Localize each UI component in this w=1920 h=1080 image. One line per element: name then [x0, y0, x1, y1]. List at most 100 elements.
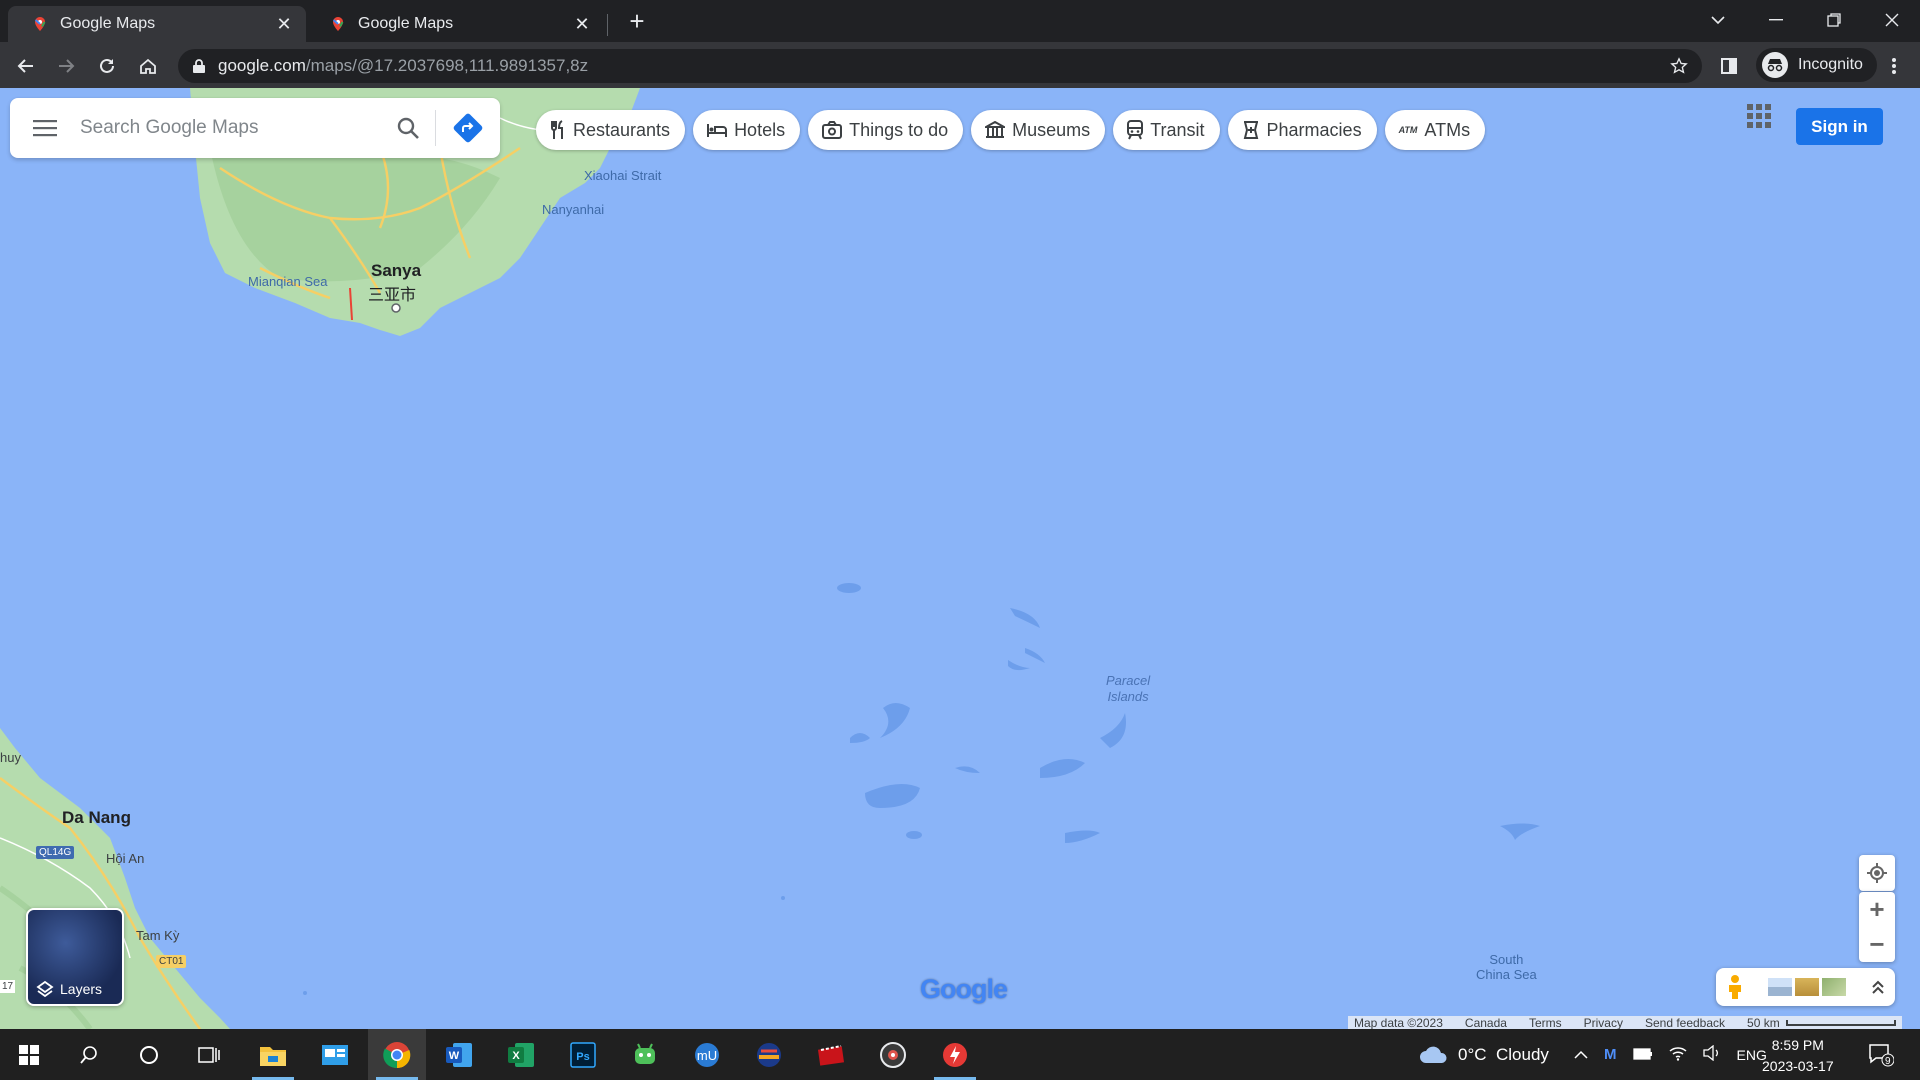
- chip-atms[interactable]: ATM ATMs: [1384, 110, 1486, 150]
- close-window-icon[interactable]: [1864, 0, 1920, 40]
- tab-search-chevron-icon[interactable]: [1690, 0, 1746, 40]
- task-view-icon[interactable]: [180, 1029, 238, 1080]
- side-panel-icon[interactable]: [1715, 52, 1743, 80]
- bookmark-star-icon[interactable]: [1670, 57, 1688, 75]
- city-label-sanya-chinese[interactable]: 三亚市: [368, 281, 416, 305]
- privacy-link[interactable]: Privacy: [1584, 1016, 1623, 1030]
- robot-app-icon[interactable]: [616, 1029, 674, 1080]
- forward-arrow-icon[interactable]: [52, 52, 80, 80]
- new-tab-plus-icon[interactable]: +: [624, 8, 650, 34]
- chrome-menu-icon[interactable]: [1880, 52, 1908, 80]
- cortana-circle-icon[interactable]: [120, 1029, 178, 1080]
- hamburger-menu-icon[interactable]: [10, 119, 80, 137]
- zoom-control: + −: [1859, 892, 1895, 962]
- expand-chevron-up-icon[interactable]: [1871, 979, 1885, 995]
- chip-label: Transit: [1150, 119, 1205, 140]
- layers-button[interactable]: Layers: [26, 908, 124, 1006]
- word-icon[interactable]: W: [430, 1029, 488, 1080]
- send-feedback-link[interactable]: Send feedback: [1645, 1016, 1725, 1030]
- windows-start-icon[interactable]: [0, 1029, 58, 1080]
- power-app-icon[interactable]: [926, 1029, 984, 1080]
- atm-icon: ATM: [1398, 125, 1418, 135]
- photoshop-icon[interactable]: Ps: [554, 1029, 612, 1080]
- show-hidden-icons-chevron-icon[interactable]: [1574, 1047, 1588, 1063]
- water-label-paracel-islands[interactable]: Paracel Islands: [1106, 673, 1150, 705]
- city-label-da-nang[interactable]: Da Nang: [62, 808, 131, 828]
- wifi-icon[interactable]: [1669, 1045, 1687, 1064]
- chip-pharmacies[interactable]: Pharmacies: [1227, 110, 1377, 150]
- terms-link[interactable]: Terms: [1529, 1016, 1562, 1030]
- notification-center-icon[interactable]: 9: [1868, 1029, 1894, 1080]
- restore-icon[interactable]: [1806, 0, 1862, 40]
- excel-icon[interactable]: X: [492, 1029, 550, 1080]
- clock[interactable]: 8:59 PM 2023-03-17: [1762, 1035, 1834, 1077]
- tab-title: Google Maps: [60, 15, 156, 32]
- search-icon[interactable]: [381, 116, 435, 140]
- chip-transit[interactable]: Transit: [1113, 110, 1220, 150]
- svg-text:mU: mU: [697, 1048, 717, 1063]
- media-app-icon[interactable]: [802, 1029, 860, 1080]
- windows-taskbar: W X Ps mU 0°C Cloudy M ENG 8:59 PM 2023-…: [0, 1029, 1920, 1080]
- chip-label: Hotels: [734, 119, 786, 140]
- map-canvas[interactable]: Sanya 三亚市 Mianqian Sea Xiaohai Strait Na…: [0, 88, 1920, 1029]
- chip-museums[interactable]: Museums: [971, 110, 1106, 150]
- chip-hotels[interactable]: Hotels: [693, 110, 801, 150]
- camera-icon: [822, 121, 843, 139]
- zoom-in-plus-icon[interactable]: +: [1859, 892, 1895, 927]
- address-bar[interactable]: google.com/maps/@17.2037698,111.9891357,…: [178, 49, 1702, 83]
- file-explorer-icon[interactable]: [244, 1029, 302, 1080]
- street-view-and-imagery-bar: [1716, 968, 1895, 1006]
- svg-text:W: W: [449, 1050, 460, 1062]
- tray-m-app-icon[interactable]: M: [1604, 1046, 1617, 1063]
- tab-title: Google Maps: [358, 15, 454, 32]
- city-label-sanya[interactable]: Sanya: [371, 261, 421, 281]
- incognito-profile-button[interactable]: Incognito: [1756, 48, 1877, 82]
- my-location-icon: [1867, 863, 1887, 883]
- search-input[interactable]: Search Google Maps: [80, 117, 381, 139]
- chip-things-to-do[interactable]: Things to do: [808, 110, 964, 150]
- back-arrow-icon[interactable]: [12, 52, 40, 80]
- road-shield-ct01: CT01: [156, 955, 187, 968]
- notification-count: 9: [1885, 1056, 1891, 1067]
- tab-google-maps-active[interactable]: Google Maps ✕: [8, 6, 306, 42]
- home-icon[interactable]: [134, 52, 162, 80]
- zoom-out-minus-icon[interactable]: −: [1859, 927, 1895, 962]
- directions-icon[interactable]: [436, 113, 500, 143]
- system-tray: M ENG: [1574, 1029, 1767, 1080]
- clock-time: 8:59 PM: [1771, 1037, 1824, 1053]
- google-apps-grid-icon[interactable]: [1747, 104, 1771, 128]
- reload-icon[interactable]: [93, 52, 121, 80]
- vpn-app-icon[interactable]: [740, 1029, 798, 1080]
- country-link[interactable]: Canada: [1465, 1016, 1507, 1030]
- browser-toolbar: google.com/maps/@17.2037698,111.9891357,…: [0, 42, 1920, 88]
- my-location-button[interactable]: [1859, 855, 1895, 891]
- water-label-south-china-sea: South China Sea: [1476, 952, 1537, 982]
- minimize-icon[interactable]: [1748, 0, 1804, 40]
- incognito-icon: [1762, 52, 1788, 78]
- control-panel-icon[interactable]: [306, 1029, 364, 1080]
- tab-google-maps[interactable]: Google Maps ✕: [306, 6, 604, 42]
- google-maps-favicon-icon: [332, 17, 344, 31]
- google-logo: Google: [920, 974, 1008, 1004]
- chip-label: Things to do: [849, 119, 949, 140]
- sign-in-button[interactable]: Sign in: [1796, 108, 1883, 145]
- scale-bar[interactable]: 50 km: [1747, 1016, 1896, 1029]
- city-label-tam-ky[interactable]: Tam Kỳ: [136, 928, 179, 943]
- taskbar-search-icon[interactable]: [60, 1029, 118, 1080]
- imagery-thumbnails[interactable]: [1768, 978, 1846, 996]
- browser-tab-strip: Google Maps ✕ Google Maps ✕ +: [0, 0, 1920, 42]
- chip-restaurants[interactable]: Restaurants: [536, 110, 686, 150]
- mu-app-icon[interactable]: mU: [678, 1029, 736, 1080]
- tab-close-icon[interactable]: ✕: [274, 14, 294, 35]
- weather-widget[interactable]: 0°C Cloudy: [1418, 1029, 1549, 1080]
- disc-app-icon[interactable]: [864, 1029, 922, 1080]
- city-label-hoi-an[interactable]: Hội An: [106, 851, 144, 866]
- city-label-partial-huy: huy: [0, 750, 21, 765]
- pharmacy-icon: [1242, 120, 1260, 140]
- chrome-taskbar-icon[interactable]: [368, 1029, 426, 1080]
- volume-icon[interactable]: [1702, 1044, 1721, 1064]
- tab-close-icon[interactable]: ✕: [572, 14, 592, 35]
- pegman-icon[interactable]: [1726, 974, 1744, 1000]
- museum-icon: [985, 121, 1006, 139]
- battery-icon[interactable]: [1632, 1047, 1653, 1063]
